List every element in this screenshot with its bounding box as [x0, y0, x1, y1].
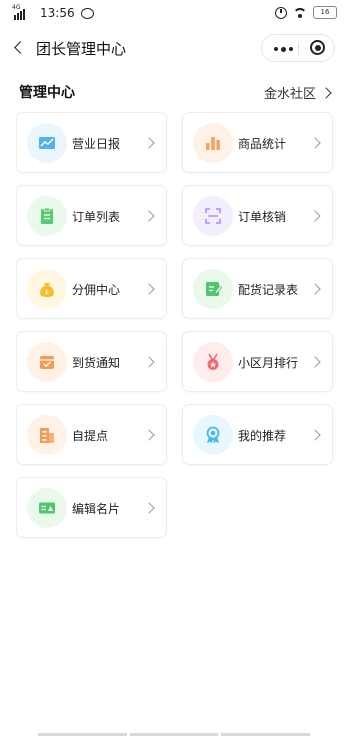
menu-card-label: 分佣中心 — [72, 283, 121, 297]
wechat-icon — [80, 7, 94, 19]
menu-card[interactable]: 营业日报 — [16, 112, 167, 173]
bar-chart-icon — [193, 123, 233, 163]
status-right: 16 — [275, 6, 337, 19]
menu-card[interactable]: 到货通知 — [16, 331, 167, 392]
menu-card-label: 订单列表 — [72, 210, 121, 224]
menu-card[interactable]: 小区月排行 — [182, 331, 333, 392]
chevron-right-icon — [143, 502, 155, 514]
alarm-icon — [275, 6, 287, 19]
svg-text:$: $ — [45, 288, 49, 296]
calendar-check-icon — [27, 342, 67, 382]
menu-card-label: 营业日报 — [72, 137, 121, 151]
chevron-right-icon — [309, 429, 321, 441]
chevron-right-icon — [309, 210, 321, 222]
menu-card-label: 自提点 — [72, 429, 109, 443]
edit-doc-icon — [193, 269, 233, 309]
menu-card[interactable]: 编辑名片 — [16, 477, 167, 538]
community-label: 金水社区 — [263, 87, 316, 102]
menu-card-label: 配货记录表 — [238, 283, 299, 297]
chevron-right-icon — [309, 283, 321, 295]
menu-card[interactable]: 自提点 — [16, 404, 167, 465]
menu-card[interactable]: 配货记录表 — [182, 258, 333, 319]
award-ribbon-icon — [193, 415, 233, 455]
menu-card[interactable]: 商品统计 — [182, 112, 333, 173]
signal-icon: 4G — [12, 4, 34, 20]
id-card-icon — [27, 488, 67, 528]
medal-icon — [193, 342, 233, 382]
chevron-right-icon — [143, 283, 155, 295]
building-icon — [27, 415, 67, 455]
menu-grid: 营业日报 商品统计订单列表 订单核销 $ 分佣中心 配货记录表到货通知 小区月排行自提点 我的… — [16, 112, 333, 538]
menu-card[interactable]: $ 分佣中心 — [16, 258, 167, 319]
network-label: 4G — [12, 4, 21, 11]
chevron-right-icon — [143, 137, 155, 149]
nav-bar: 团长管理中心 — [0, 28, 349, 70]
battery-icon: 16 — [313, 6, 337, 19]
close-target-icon[interactable] — [310, 40, 325, 55]
chevron-right-icon — [143, 210, 155, 222]
clipboard-icon — [27, 196, 67, 236]
trend-chart-icon — [27, 123, 67, 163]
scan-icon — [193, 196, 233, 236]
mini-program-capsule — [261, 34, 335, 62]
chevron-right-icon — [143, 356, 155, 368]
menu-card-label: 商品统计 — [238, 137, 287, 151]
chevron-right-icon — [309, 356, 321, 368]
more-dots-icon[interactable] — [274, 46, 293, 52]
menu-card-label: 编辑名片 — [72, 502, 121, 516]
menu-card-label: 到货通知 — [72, 356, 121, 370]
chevron-right-icon — [309, 137, 321, 149]
community-selector[interactable]: 金水社区 — [263, 83, 332, 102]
status-left: 4G 13:56 — [12, 4, 94, 20]
status-time: 13:56 — [40, 6, 75, 20]
menu-card-label: 订单核销 — [238, 210, 287, 224]
menu-card[interactable]: 我的推荐 — [182, 404, 333, 465]
menu-card[interactable]: 订单核销 — [182, 185, 333, 246]
chevron-right-icon — [320, 86, 332, 99]
page-title: 团长管理中心 — [36, 40, 127, 58]
status-bar: 4G 13:56 16 — [0, 0, 349, 28]
money-bag-icon: $ — [27, 269, 67, 309]
menu-card-label: 小区月排行 — [238, 356, 299, 370]
back-chevron-icon[interactable] — [10, 38, 30, 58]
wifi-icon — [293, 7, 307, 18]
capsule-divider — [298, 42, 299, 55]
menu-card[interactable]: 订单列表 — [16, 185, 167, 246]
chevron-right-icon — [143, 429, 155, 441]
menu-card-label: 我的推荐 — [238, 429, 287, 443]
section-title: 管理中心 — [19, 85, 75, 101]
